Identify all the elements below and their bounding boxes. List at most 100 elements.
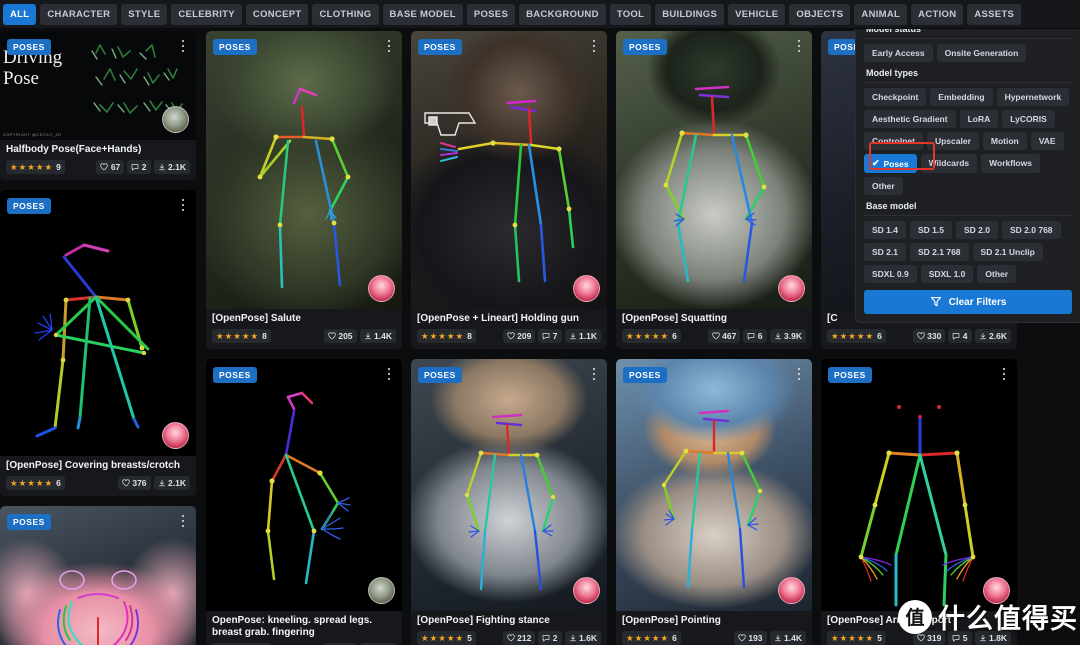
- download-chip: 1.4K: [769, 631, 806, 645]
- filter-tag-sd-1-4[interactable]: SD 1.4: [864, 221, 906, 239]
- card-menu-icon[interactable]: [792, 365, 806, 383]
- filter-tag-upscaler[interactable]: Upscaler: [926, 132, 979, 150]
- tab-background[interactable]: BACKGROUND: [519, 3, 606, 25]
- rating-count: 9: [56, 162, 61, 172]
- rating-count: 6: [56, 478, 61, 488]
- filter-tag-sd-2-0[interactable]: SD 2.0: [956, 221, 998, 239]
- star-icon: ★: [18, 161, 27, 172]
- creator-avatar[interactable]: [573, 275, 600, 302]
- tab-concept[interactable]: CONCEPT: [245, 3, 309, 25]
- model-card[interactable]: POSES [OpenPose] Fighting stance ★ ★ ★ ★…: [411, 359, 607, 645]
- comment-icon: [542, 635, 550, 642]
- rating-count: 5: [467, 633, 472, 643]
- star-icon: ★: [438, 632, 446, 643]
- filter-tag-vae[interactable]: VAE: [1030, 132, 1064, 150]
- model-card[interactable]: POSES: [0, 506, 196, 645]
- filter-tag-sd-2-1-768[interactable]: SD 2.1 768: [910, 243, 969, 261]
- creator-avatar[interactable]: [778, 275, 805, 302]
- filter-tag-controlnet[interactable]: Controlnet: [864, 132, 923, 150]
- filter-tag-embedding[interactable]: Embedding: [930, 88, 993, 106]
- filter-tag-aesthetic-gradient[interactable]: Aesthetic Gradient: [864, 110, 956, 128]
- card-chip-group: 205 1.4K: [323, 329, 396, 343]
- filter-tag-motion[interactable]: Motion: [982, 132, 1027, 150]
- filter-tag-sd-2-1-unclip[interactable]: SD 2.1 Unclip: [972, 243, 1043, 261]
- star-icon: ★: [233, 330, 241, 341]
- filter-tag-sd-2-0-768[interactable]: SD 2.0 768: [1002, 221, 1061, 239]
- model-card[interactable]: Driving Pose COPYRIGHT @CECILY_ZH POSES H…: [0, 31, 196, 180]
- model-card[interactable]: POSES [OpenPose] Squatting ★ ★ ★ ★ ★ 6 4…: [616, 31, 812, 349]
- card-menu-icon[interactable]: [997, 365, 1011, 383]
- tab-base-model[interactable]: BASE MODEL: [382, 3, 463, 25]
- tab-action[interactable]: ACTION: [911, 3, 964, 25]
- card-menu-icon[interactable]: [382, 365, 396, 383]
- card-menu-icon[interactable]: [176, 37, 190, 55]
- tab-poses[interactable]: POSES: [466, 3, 516, 25]
- card-thumbnail: POSES: [821, 359, 1017, 611]
- comment-chip: 2: [127, 160, 151, 174]
- filter-tag-sd-2-1[interactable]: SD 2.1: [864, 243, 906, 261]
- star-icon: ★: [634, 632, 643, 643]
- filter-tag-sdxl-1-0[interactable]: SDXL 1.0: [920, 265, 974, 283]
- model-card[interactable]: POSES [OpenPose] Salute ★ ★ ★ ★ ★ 8 205 …: [206, 31, 402, 349]
- star-icon: ★: [438, 330, 446, 341]
- model-card[interactable]: POSES [OpenPose] Covering breasts/crotch…: [0, 190, 196, 496]
- card-title: [OpenPose] Squatting: [622, 313, 727, 324]
- filter-tag-wildcards[interactable]: Wildcards: [920, 154, 978, 173]
- filter-group-label: Model types: [864, 65, 1072, 83]
- card-menu-icon[interactable]: [587, 37, 601, 55]
- type-badge: POSES: [418, 39, 462, 55]
- creator-avatar[interactable]: [778, 577, 805, 604]
- creator-avatar[interactable]: [162, 422, 189, 449]
- filter-tag-sd-1-5[interactable]: SD 1.5: [910, 221, 952, 239]
- like-count: 212: [517, 633, 532, 643]
- creator-avatar[interactable]: [162, 106, 189, 133]
- star-icon: ★: [643, 330, 651, 341]
- filter-tag-early-access[interactable]: Early Access: [864, 44, 933, 62]
- tab-clothing[interactable]: CLOTHING: [312, 3, 379, 25]
- filter-tag-other-types[interactable]: Other: [864, 177, 903, 195]
- rating-count: 8: [467, 331, 472, 341]
- filter-tag-onsite-generation[interactable]: Onsite Generation: [936, 44, 1027, 62]
- tab-tool[interactable]: TOOL: [609, 3, 652, 25]
- creator-avatar[interactable]: [368, 577, 395, 604]
- card-menu-icon[interactable]: [587, 365, 601, 383]
- tab-animal[interactable]: ANIMAL: [854, 3, 908, 25]
- filter-tag-hypernetwork[interactable]: Hypernetwork: [996, 88, 1070, 106]
- like-count: 330: [927, 331, 942, 341]
- filter-tag-workflows[interactable]: Workflows: [981, 154, 1040, 173]
- star-icon: ★: [27, 161, 35, 172]
- filter-tag-poses[interactable]: ✔ Poses: [864, 154, 917, 173]
- tab-buildings[interactable]: BUILDINGS: [655, 3, 725, 25]
- clear-filters-button[interactable]: Clear Filters: [864, 290, 1072, 314]
- card-menu-icon[interactable]: [176, 196, 190, 214]
- tab-celebrity[interactable]: CELEBRITY: [171, 3, 242, 25]
- card-stats: ★ ★ ★ ★ ★ 8 205 1.4K: [212, 329, 396, 343]
- filter-tag-lycoris[interactable]: LyCORIS: [1002, 110, 1055, 128]
- download-count: 1.1K: [579, 331, 597, 341]
- star-icon: ★: [643, 632, 651, 643]
- tab-assets[interactable]: ASSETS: [967, 3, 1022, 25]
- card-menu-icon[interactable]: [382, 37, 396, 55]
- model-card[interactable]: POSES OpenPose: kneeling. spread legs. b…: [206, 359, 402, 645]
- download-count: 1.4K: [784, 633, 802, 643]
- tab-vehicle[interactable]: VEHICLE: [728, 3, 786, 25]
- tab-objects[interactable]: OBJECTS: [789, 3, 851, 25]
- tab-all[interactable]: ALL: [3, 3, 37, 25]
- tab-style[interactable]: STYLE: [121, 3, 168, 25]
- creator-avatar[interactable]: [573, 577, 600, 604]
- card-menu-icon[interactable]: [176, 512, 190, 530]
- model-card[interactable]: POSES [OpenPose] Pointing ★ ★ ★ ★ ★ 6 19…: [616, 359, 812, 645]
- download-count: 2.1K: [168, 162, 186, 172]
- filter-tag-sdxl-0-9[interactable]: SDXL 0.9: [864, 265, 917, 283]
- like-count: 209: [517, 331, 532, 341]
- tab-character[interactable]: CHARACTER: [40, 3, 118, 25]
- model-card[interactable]: POSES [OpenPose + Lineart] Holding gun ★…: [411, 31, 607, 349]
- like-chip: 376: [117, 476, 151, 490]
- card-menu-icon[interactable]: [792, 37, 806, 55]
- filter-tag-checkpoint[interactable]: Checkpoint: [864, 88, 927, 106]
- creator-avatar[interactable]: [368, 275, 395, 302]
- filter-tag-other-base[interactable]: Other: [977, 265, 1017, 283]
- card-stats: ★ ★ ★ ★ ★ 6 376 2.1K: [6, 476, 190, 490]
- star-icon: ★: [35, 477, 44, 488]
- filter-tag-lora[interactable]: LoRA: [959, 110, 999, 128]
